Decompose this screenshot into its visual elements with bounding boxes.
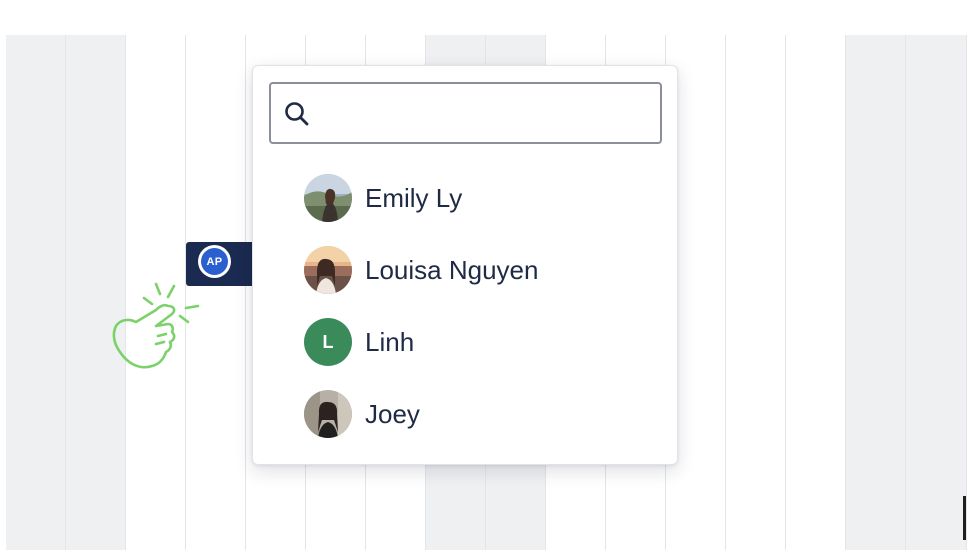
assignee-dropdown: Emily Ly Louisa Nguyen L Linh Joey	[252, 65, 678, 465]
avatar	[304, 390, 352, 438]
option-label: Emily Ly	[365, 182, 463, 213]
timeline-column	[846, 35, 906, 550]
avatar-initials: AP	[201, 248, 228, 275]
timeline-column	[786, 35, 846, 550]
timeline-column	[6, 35, 66, 550]
option-label: Linh	[365, 326, 415, 357]
option-label: Joey	[365, 398, 420, 429]
search-field[interactable]	[269, 82, 662, 144]
avatar: AP	[198, 245, 231, 278]
avatar	[304, 246, 352, 294]
list-item-linh[interactable]: L Linh	[253, 306, 677, 378]
avatar	[304, 174, 352, 222]
list-item-joey[interactable]: Joey	[253, 378, 677, 450]
avatar-initial: L	[322, 331, 334, 352]
option-label: Louisa Nguyen	[365, 254, 539, 285]
list-item-louisa-nguyen[interactable]: Louisa Nguyen	[253, 234, 677, 306]
timeline-column	[906, 35, 967, 550]
text-cursor	[963, 496, 966, 540]
search-icon	[285, 102, 309, 126]
pointing-hand-icon	[112, 282, 200, 369]
avatar: L	[304, 318, 352, 366]
search-input[interactable]	[321, 92, 655, 136]
timeline-column	[726, 35, 786, 550]
list-item-emily-ly[interactable]: Emily Ly	[253, 162, 677, 234]
